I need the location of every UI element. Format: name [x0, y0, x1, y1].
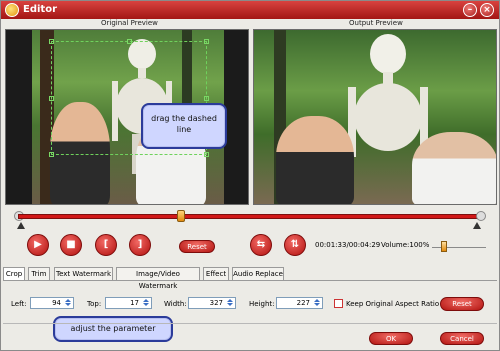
width-value: 327: [209, 299, 223, 307]
left-input[interactable]: 94: [30, 297, 74, 309]
window-title: Editor: [23, 4, 57, 15]
crop-handle-bottom-left[interactable]: [49, 152, 54, 157]
timeline-thumb[interactable]: [177, 210, 185, 222]
callout-adjust-parameter: adjust the parameter: [53, 316, 173, 342]
trim-end-marker[interactable]: [473, 222, 481, 229]
footer-divider: [3, 323, 497, 324]
crop-handle-bottom-right[interactable]: [204, 152, 209, 157]
keep-aspect-ratio-checkbox[interactable]: [334, 299, 343, 308]
keep-aspect-ratio-label: Keep Original Aspect Ratio: [346, 300, 440, 308]
crop-handle-top-left[interactable]: [49, 39, 54, 44]
top-input[interactable]: 17: [105, 297, 152, 309]
output-preview-label: Output Preview: [349, 19, 403, 27]
editor-window: Editor – × Original Preview Output Previ…: [0, 0, 500, 351]
swap-up-down-button[interactable]: ⇅: [284, 234, 306, 256]
app-logo-icon: [5, 3, 19, 17]
top-value: 17: [130, 299, 139, 307]
height-spinner-arrows-icon[interactable]: [313, 299, 321, 308]
cancel-button[interactable]: Cancel: [440, 332, 484, 345]
width-label: Width:: [164, 300, 187, 308]
playback-time: 00:01:33/00:04:29: [315, 241, 381, 249]
volume-thumb[interactable]: [441, 241, 447, 252]
timeline-slider[interactable]: [18, 214, 482, 219]
play-button[interactable]: ▶: [27, 234, 49, 256]
crop-handle-top-middle[interactable]: [127, 39, 132, 44]
crop-handle-middle-left[interactable]: [49, 96, 54, 101]
ok-button[interactable]: OK: [369, 332, 413, 345]
timeline-reset-button[interactable]: Reset: [179, 240, 215, 253]
close-button[interactable]: ×: [480, 3, 494, 17]
tab-text-watermark[interactable]: Text Watermark: [54, 267, 113, 280]
original-preview-label: Original Preview: [101, 19, 158, 27]
tab-crop[interactable]: Crop: [3, 267, 25, 281]
volume-label: Volume:100%: [381, 241, 430, 249]
swap-left-right-button[interactable]: ⇆: [250, 234, 272, 256]
output-preview: [253, 29, 497, 205]
crop-handle-middle-right[interactable]: [204, 96, 209, 101]
tab-image-video-watermark[interactable]: Image/Video Watermark: [116, 267, 200, 290]
output-boy-right: [412, 132, 496, 204]
output-video-frame: [254, 30, 496, 204]
mark-out-button[interactable]: ]: [129, 234, 151, 256]
left-label: Left:: [11, 300, 27, 308]
title-bar[interactable]: Editor – ×: [1, 1, 499, 19]
callout-drag-dashed-line: drag the dashed line: [141, 103, 227, 149]
left-value: 94: [52, 299, 61, 307]
minimize-button[interactable]: –: [463, 3, 477, 17]
tab-audio-replace[interactable]: Audio Replace: [232, 267, 284, 280]
tab-effect[interactable]: Effect: [203, 267, 229, 280]
slider-end-cap[interactable]: [476, 211, 486, 221]
width-input[interactable]: 327: [188, 297, 236, 309]
trim-start-marker[interactable]: [17, 222, 25, 229]
output-boy-left: [276, 116, 354, 204]
mark-in-button[interactable]: [: [95, 234, 117, 256]
tab-trim[interactable]: Trim: [28, 267, 50, 280]
height-value: 227: [296, 299, 310, 307]
height-label: Height:: [249, 300, 275, 308]
height-input[interactable]: 227: [276, 297, 323, 309]
crop-handle-top-right[interactable]: [204, 39, 209, 44]
stop-button[interactable]: ■: [60, 234, 82, 256]
top-spinner-arrows-icon[interactable]: [142, 299, 150, 308]
left-spinner-arrows-icon[interactable]: [64, 299, 72, 308]
crop-reset-button[interactable]: Reset: [440, 297, 484, 311]
width-spinner-arrows-icon[interactable]: [226, 299, 234, 308]
top-label: Top:: [87, 300, 102, 308]
